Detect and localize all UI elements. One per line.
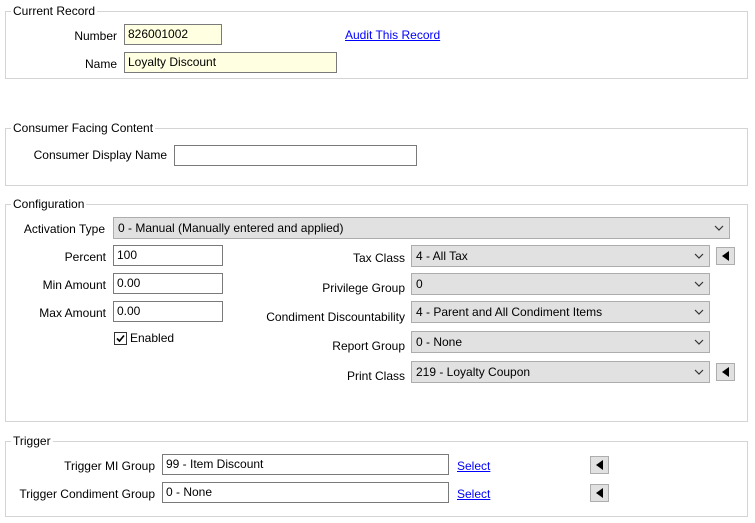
tax-class-label: Tax Class xyxy=(352,251,405,265)
privilege-group-label: Privilege Group xyxy=(322,281,405,295)
percent-label: Percent xyxy=(64,250,106,264)
tax-class-dropdown[interactable]: 4 - All Tax xyxy=(411,245,710,267)
max-amount-field[interactable]: 0.00 xyxy=(113,301,223,322)
max-amount-label: Max Amount xyxy=(39,306,106,320)
trigger-condiment-group-select-link[interactable]: Select xyxy=(457,487,490,501)
trigger-condiment-group-field[interactable]: 0 - None xyxy=(162,482,449,503)
triangle-left-icon xyxy=(722,251,729,261)
trigger-mi-group-goto-button[interactable] xyxy=(590,456,609,474)
trigger-condiment-group-goto-button[interactable] xyxy=(590,484,609,502)
activation-type-dropdown[interactable]: 0 - Manual (Manually entered and applied… xyxy=(113,217,730,239)
enabled-checkbox[interactable] xyxy=(114,332,127,345)
trigger-mi-group-label: Trigger MI Group xyxy=(64,459,155,473)
trigger-condiment-group-label: Trigger Condiment Group xyxy=(19,487,155,501)
chevron-down-icon xyxy=(694,339,704,345)
name-field[interactable]: Loyalty Discount xyxy=(124,52,337,73)
consumer-content-legend: Consumer Facing Content xyxy=(11,121,156,135)
activation-type-value: 0 - Manual (Manually entered and applied… xyxy=(118,221,344,235)
triangle-left-icon xyxy=(722,367,729,377)
consumer-display-name-field[interactable] xyxy=(174,145,417,166)
print-class-value: 219 - Loyalty Coupon xyxy=(416,365,531,379)
chevron-down-icon xyxy=(694,309,704,315)
privilege-group-value: 0 xyxy=(416,277,423,291)
min-amount-label: Min Amount xyxy=(42,278,106,292)
triangle-left-icon xyxy=(596,460,603,470)
condiment-discountability-label: Condiment Discountability xyxy=(266,310,405,324)
audit-record-link[interactable]: Audit This Record xyxy=(345,28,440,42)
report-group-label: Report Group xyxy=(332,339,405,353)
consumer-display-name-label: Consumer Display Name xyxy=(33,148,167,162)
print-class-label: Print Class xyxy=(346,369,405,383)
chevron-down-icon xyxy=(694,369,704,375)
chevron-down-icon xyxy=(714,225,724,231)
condiment-discountability-value: 4 - Parent and All Condiment Items xyxy=(416,305,603,319)
report-group-value: 0 - None xyxy=(416,335,463,349)
print-class-goto-button[interactable] xyxy=(716,363,735,381)
trigger-legend: Trigger xyxy=(11,434,53,448)
percent-field[interactable]: 100 xyxy=(113,245,223,266)
number-label: Number xyxy=(74,29,117,43)
current-record-legend: Current Record xyxy=(11,4,98,18)
tax-class-goto-button[interactable] xyxy=(716,247,735,265)
trigger-mi-group-field[interactable]: 99 - Item Discount xyxy=(162,454,449,475)
tax-class-value: 4 - All Tax xyxy=(416,249,468,263)
chevron-down-icon xyxy=(694,253,704,259)
min-amount-field[interactable]: 0.00 xyxy=(113,273,223,294)
trigger-mi-group-select-link[interactable]: Select xyxy=(457,459,490,473)
checkmark-icon xyxy=(116,334,125,343)
triangle-left-icon xyxy=(596,488,603,498)
name-label: Name xyxy=(84,57,117,71)
privilege-group-dropdown[interactable]: 0 xyxy=(411,273,710,295)
print-class-dropdown[interactable]: 219 - Loyalty Coupon xyxy=(411,361,710,383)
activation-type-label: Activation Type xyxy=(23,222,105,236)
condiment-discountability-dropdown[interactable]: 4 - Parent and All Condiment Items xyxy=(411,301,710,323)
trigger-group xyxy=(5,441,748,517)
number-field[interactable]: 826001002 xyxy=(124,24,222,45)
report-group-dropdown[interactable]: 0 - None xyxy=(411,331,710,353)
configuration-legend: Configuration xyxy=(11,197,87,211)
enabled-label: Enabled xyxy=(130,331,175,345)
chevron-down-icon xyxy=(694,281,704,287)
